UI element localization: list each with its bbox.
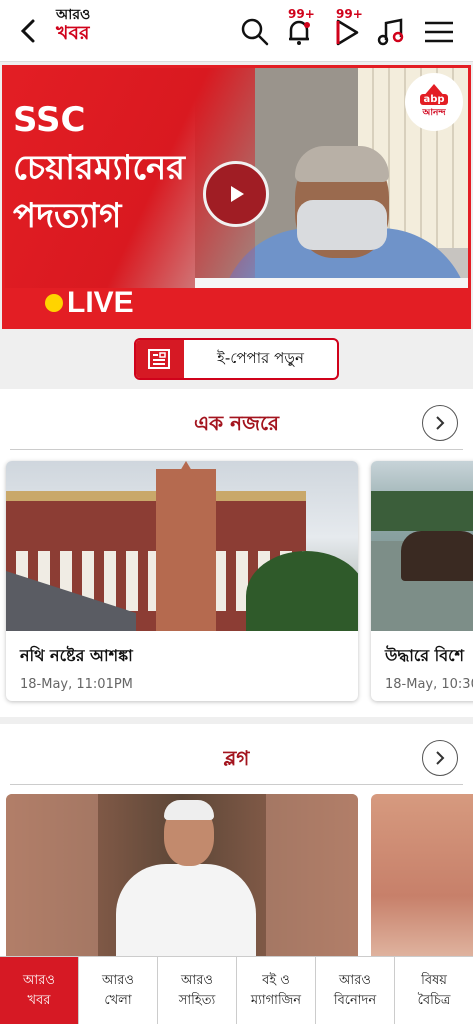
back-arrow-icon[interactable] <box>14 16 44 46</box>
news-card-title: নথি নষ্টের আশঙ্কা <box>20 646 133 665</box>
divider <box>10 449 463 450</box>
hero-title-line3: পদত্যাগ <box>13 196 122 236</box>
blog-card-image[interactable] <box>6 794 358 964</box>
live-indicator: LIVE <box>45 286 134 320</box>
news-card-time: 18-May, 11:01PM <box>20 677 133 692</box>
nav-more-entertainment[interactable]: আরও বিনোদন <box>316 957 395 1024</box>
search-icon[interactable] <box>238 15 272 49</box>
brand-title[interactable]: আরও খবর <box>56 7 91 45</box>
blog-section-title: ব্লগ <box>223 746 250 770</box>
notifications-button[interactable]: 99+ <box>282 7 316 49</box>
play-button[interactable] <box>203 161 269 227</box>
glance-section: এক নজরে নথি নষ্টের আশঙ্কা 18-May, 11:01P… <box>0 389 473 717</box>
menu-icon[interactable] <box>422 15 456 49</box>
logo-anandha-text: আনন্দ <box>422 108 446 118</box>
video-button[interactable]: 99+ <box>330 7 364 49</box>
hero-title-line2: চেয়ারম্যানের <box>13 148 185 188</box>
news-card-image <box>6 461 358 631</box>
music-note-icon[interactable] <box>374 15 408 49</box>
newspaper-icon <box>136 340 184 378</box>
app-root: আরও খবর 99+ 99+ SSC চেয়ারম্যানের পদত্যা… <box>0 0 473 1024</box>
chevron-right-icon <box>436 751 445 765</box>
hero-live-video[interactable]: SSC চেয়ারম্যানের পদত্যাগ LIVE abp আনন্দ <box>2 65 471 329</box>
news-card-title: উদ্ধারে বিশে <box>385 646 465 665</box>
blog-card-image[interactable] <box>371 794 473 964</box>
abp-logo: abp আনন্দ <box>405 73 463 131</box>
blog-more-button[interactable] <box>422 740 458 776</box>
brand-line2: খবর <box>56 22 90 45</box>
live-dot-icon <box>45 294 63 312</box>
play-icon <box>231 186 244 202</box>
bottom-navigation: আরও খবর আরও খেলা আরও সাহিত্য বই ও ম্যাগা… <box>0 956 473 1024</box>
news-card-image <box>371 461 473 631</box>
glance-more-button[interactable] <box>422 405 458 441</box>
glance-section-title: এক নজরে <box>193 411 280 435</box>
live-label: LIVE <box>67 286 134 319</box>
chevron-right-icon <box>436 416 445 430</box>
news-card[interactable]: উদ্ধারে বিশে 18-May, 10:30P <box>371 461 473 701</box>
epaper-button[interactable]: ই-পেপার পড়ুন <box>134 338 339 380</box>
hero-title: SSC চেয়ারম্যানের পদত্যাগ <box>13 96 185 240</box>
hero-title-line1: SSC <box>13 100 86 140</box>
notifications-badge: 99+ <box>288 7 315 21</box>
blog-section: ব্লগ <box>0 724 473 964</box>
nav-more-news[interactable]: আরও খবর <box>0 957 79 1024</box>
brand-line1: আরও <box>56 7 91 23</box>
news-card-time: 18-May, 10:30P <box>385 677 473 692</box>
top-header: আরও খবর 99+ 99+ <box>0 0 473 62</box>
nav-more-sports[interactable]: আরও খেলা <box>79 957 158 1024</box>
divider <box>10 784 463 785</box>
nav-miscellaneous[interactable]: বিষয় বৈচিত্র <box>395 957 473 1024</box>
logo-abp-text: abp <box>420 94 448 105</box>
video-badge: 99+ <box>336 7 363 21</box>
epaper-label: ই-পেপার পড়ুন <box>217 348 304 367</box>
nav-more-literature[interactable]: আরও সাহিত্য <box>158 957 237 1024</box>
nav-books-magazine[interactable]: বই ও ম্যাগাজিন <box>237 957 316 1024</box>
news-card[interactable]: নথি নষ্টের আশঙ্কা 18-May, 11:01PM <box>6 461 358 701</box>
